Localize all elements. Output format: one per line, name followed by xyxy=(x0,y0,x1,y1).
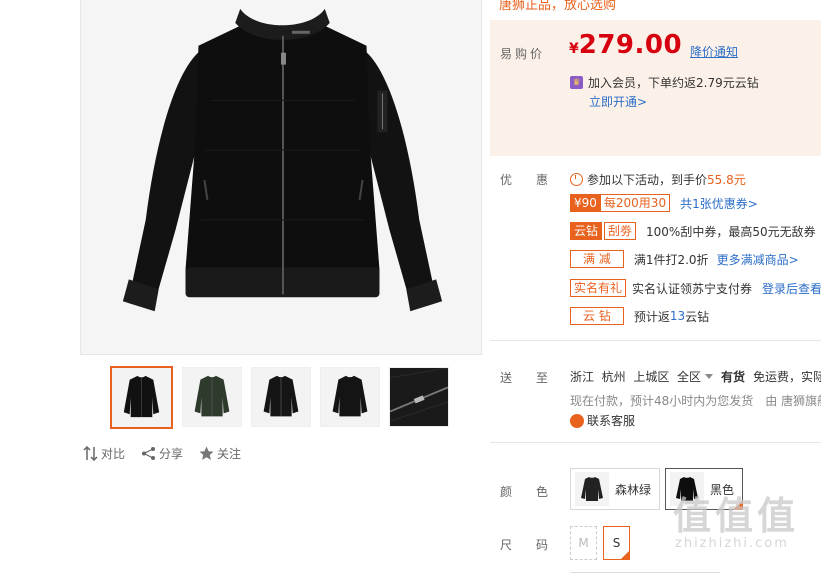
watermark: 值值值 zhizhizhi.com xyxy=(673,496,799,551)
shipper-text: 由 唐狮旗舰 xyxy=(765,394,821,408)
currency-symbol: ¥ xyxy=(569,41,579,57)
jacket-image xyxy=(81,0,481,354)
customer-service-button[interactable]: 联系客服 xyxy=(570,412,635,429)
main-product-image[interactable] xyxy=(80,0,482,355)
share-label: 分享 xyxy=(159,447,184,461)
chevron-down-icon[interactable] xyxy=(704,374,713,379)
star-icon xyxy=(199,446,214,460)
manjian-row: 满 减 满1件打2.0折 更多满减商品> xyxy=(570,250,799,268)
freight-text: 免运费，实际 xyxy=(753,370,821,384)
coupon-amount-tag: ¥90 xyxy=(570,194,601,212)
compare-label: 对比 xyxy=(101,447,126,461)
clock-icon xyxy=(570,173,583,186)
thumbnail-strip xyxy=(110,366,449,429)
divider-2 xyxy=(490,442,821,443)
stock-status: 有货 xyxy=(720,370,745,384)
district: 上城区 xyxy=(633,370,670,384)
green-jacket-swatch xyxy=(575,472,609,506)
service-icon xyxy=(570,413,584,428)
color-option-green[interactable]: 森林绿 xyxy=(570,468,660,510)
member-promo: ♛ 加入会员，下单约返2.79元云钻 xyxy=(570,74,759,91)
delivery-note-row: 现在付款，预计48小时内为您发货 由 唐狮旗舰 xyxy=(570,392,821,409)
watermark-logo: 值值值 xyxy=(673,494,800,538)
quantity-row-edge xyxy=(570,572,720,573)
yunzuan2-tag: 云 钻 xyxy=(570,307,624,325)
size-option-m[interactable]: M xyxy=(570,526,597,560)
thumbnail-black-front[interactable] xyxy=(110,366,173,429)
size-label: 尺码 xyxy=(500,538,573,552)
delivery-note: 现在付款，预计48小时内为您发货 xyxy=(570,394,754,408)
price-value: ¥279.00 xyxy=(569,30,682,60)
promo-activity: 参加以下活动，到手价 55.8元 xyxy=(570,171,746,188)
activity-price: 55.8元 xyxy=(707,173,746,187)
price-number: 279.00 xyxy=(578,30,683,60)
crown-icon: ♛ xyxy=(570,76,583,89)
shiming-text: 实名认证领苏宁支付券 xyxy=(632,281,753,296)
thumbnail-detail-zipper[interactable] xyxy=(389,367,449,427)
thumbnail-green-front[interactable] xyxy=(182,367,242,427)
manjian-text: 满1件打2.0折 xyxy=(633,252,709,267)
price-drop-notify-link[interactable]: 降价通知 xyxy=(690,43,738,60)
size-option-s[interactable]: S xyxy=(603,526,630,560)
coupon-count-link[interactable]: 共1张优惠券> xyxy=(680,195,758,212)
shiming-tag: 实名有礼 xyxy=(570,279,627,297)
province: 浙江 xyxy=(570,370,595,384)
activity-text: 参加以下活动，到手价 xyxy=(587,173,708,187)
area: 全区 xyxy=(676,370,701,384)
share-button[interactable]: 分享 xyxy=(141,445,183,462)
open-membership-link[interactable]: 立即开通> xyxy=(589,93,647,110)
follow-button[interactable]: 关注 xyxy=(199,445,241,462)
divider-1 xyxy=(490,340,821,341)
shiming-link[interactable]: 登录后查看 xyxy=(762,280,821,297)
yunzuan-return-row: 云 钻 预计返 13 云钻 xyxy=(570,307,709,325)
guaquan-tag: 刮劵 xyxy=(604,222,637,240)
watermark-url: zhizhizhi.com xyxy=(675,536,789,551)
share-icon xyxy=(142,447,156,460)
city: 杭州 xyxy=(601,370,626,384)
manjian-link[interactable]: 更多满减商品> xyxy=(717,251,799,268)
promo-label: 优惠 xyxy=(500,173,573,187)
manjian-tag: 满 减 xyxy=(570,250,624,268)
color-label: 颜色 xyxy=(500,485,573,499)
service-label: 联系客服 xyxy=(587,414,636,428)
yunzuan-scratch-row: 云钻 刮劵 100%刮中券，最高50元无敌券 xyxy=(570,222,816,240)
coupon-rule-tag: 每200用30 xyxy=(600,194,671,212)
coupon-row: ¥90 每200用30 共1张优惠券> xyxy=(570,194,758,212)
follow-label: 关注 xyxy=(217,447,242,461)
price-label: 易购价 xyxy=(500,47,546,61)
color-option-green-label: 森林绿 xyxy=(615,482,652,497)
member-text: 加入会员，下单约返2.79元云钻 xyxy=(588,76,759,90)
delivery-row: 浙江 杭州 上城区 全区 有货 免运费，实际 xyxy=(570,368,821,385)
thumbnail-black-back[interactable] xyxy=(320,367,380,427)
selected-corner-icon xyxy=(620,550,630,560)
yunzuan2-prefix: 预计返 xyxy=(633,309,670,324)
compare-icon xyxy=(83,446,98,461)
yunzuan-tag: 云钻 xyxy=(570,222,603,240)
yunzuan-text: 100%刮中券，最高50元无敌券 xyxy=(646,224,816,239)
size-option-s-label: S xyxy=(612,536,621,550)
thumbnail-black-angle[interactable] xyxy=(251,367,311,427)
tool-bar: 对比 分享 关注 xyxy=(83,445,241,462)
shiming-row: 实名有礼 实名认证领苏宁支付券 登录后查看 xyxy=(570,279,821,297)
slogan-text: 唐狮正品，放心选购 xyxy=(499,0,617,13)
delivery-label: 送至 xyxy=(500,371,573,385)
product-page: 对比 分享 关注 唐狮正品，放心选购 易购价 ¥279.00 降价通知 ♛ 加入… xyxy=(0,0,821,577)
yunzuan2-suffix: 云钻 xyxy=(685,309,710,324)
yunzuan2-value: 13 xyxy=(669,309,686,323)
compare-button[interactable]: 对比 xyxy=(83,445,125,462)
address-selector[interactable]: 浙江 杭州 上城区 全区 xyxy=(570,368,701,385)
